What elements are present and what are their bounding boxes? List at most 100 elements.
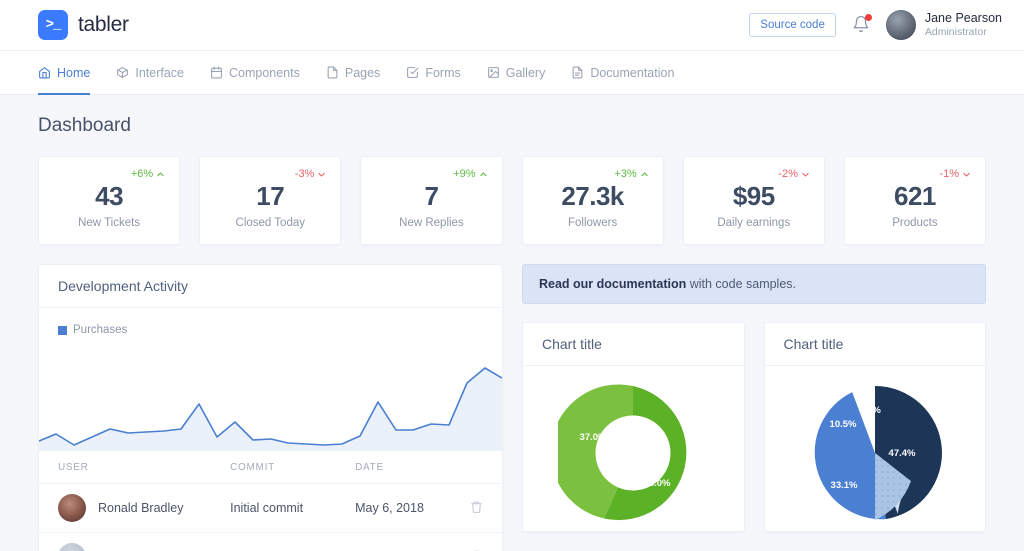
- pie-chart: 47.4% 33.1% 10.5% 9.0%: [765, 366, 986, 531]
- development-activity-card: Development Activity Purchases USER COMM…: [38, 264, 503, 551]
- top-header: >_ tabler Source code Jane Pearson Admin…: [0, 0, 1024, 51]
- cell-user: Russell Gibson: [39, 532, 231, 551]
- stat-cards-row: +6% 43 New Tickets -3% 17 Closed Today +…: [38, 156, 987, 245]
- brand-logo[interactable]: >_ tabler: [38, 10, 129, 40]
- charts-row: Chart title 63.0% 37.0% Chart title 47.4…: [522, 322, 986, 532]
- cell-commit: Update views.py: [230, 532, 356, 551]
- stat-value: 17: [256, 181, 285, 211]
- alert-link[interactable]: Read our documentation: [539, 277, 686, 291]
- home-icon: [39, 67, 50, 79]
- cell-date: May 6, 2018: [355, 483, 462, 533]
- page-content: Dashboard +6% 43 New Tickets -3% 17 Clos…: [0, 95, 1024, 551]
- cell-actions: [461, 532, 502, 551]
- avatar: [58, 494, 86, 522]
- user-name-text: Ronald Bradley: [98, 501, 184, 515]
- notification-badge-dot: [864, 14, 872, 21]
- pie-label-33: 33.1%: [830, 480, 857, 491]
- dashboard-grid: Development Activity Purchases USER COMM…: [38, 264, 986, 551]
- brand-name: tabler: [78, 13, 129, 36]
- donut-label-63: 63.0%: [644, 478, 671, 489]
- stat-value: $95: [732, 181, 775, 211]
- nav-item-forms-label: Forms: [425, 65, 461, 80]
- right-column: Read our documentation with code samples…: [522, 264, 986, 551]
- main-navigation: Home Interface Components Pages Forms Ga…: [0, 51, 1024, 95]
- table-row[interactable]: Ronald Bradley Initial commit May 6, 201…: [39, 483, 502, 533]
- cell-actions: [461, 483, 502, 533]
- legend-label-purchases: Purchases: [73, 324, 128, 336]
- area-fill: [39, 368, 502, 450]
- nav-item-components[interactable]: Components: [197, 51, 313, 94]
- nav-item-home[interactable]: Home: [38, 51, 103, 95]
- table-row[interactable]: Russell Gibson Update views.py April 22,…: [39, 532, 502, 551]
- chevron-up-icon: [641, 171, 648, 176]
- stat-delta: +6%: [53, 168, 165, 180]
- document-icon: [572, 66, 583, 79]
- user-menu[interactable]: Jane Pearson Administrator: [885, 10, 1002, 40]
- nav-item-gallery[interactable]: Gallery: [474, 51, 559, 94]
- donut-chart: 63.0% 37.0%: [523, 366, 744, 531]
- nav-item-documentation-label: Documentation: [590, 65, 675, 80]
- stat-delta-value: -1%: [939, 168, 960, 180]
- avatar: [885, 10, 916, 40]
- pie-label-47: 47.4%: [888, 448, 915, 459]
- nav-item-pages-label: Pages: [344, 65, 381, 80]
- activity-chart: Purchases USER COMMIT DATE Ronald Bradle…: [39, 308, 502, 551]
- box-icon: [117, 67, 129, 79]
- stat-delta: +3%: [537, 168, 649, 180]
- notifications-bell-button[interactable]: [852, 14, 872, 35]
- table-body: Ronald Bradley Initial commit May 6, 201…: [39, 483, 502, 551]
- donut-label-37: 37.0%: [580, 432, 607, 443]
- stat-label: Closed Today: [235, 217, 305, 229]
- stat-card-closed-today: -3% 17 Closed Today: [199, 156, 342, 245]
- chart-legend: Purchases: [39, 318, 502, 336]
- pie-label-9: 9.0%: [859, 405, 881, 416]
- documentation-alert[interactable]: Read our documentation with code samples…: [522, 264, 986, 304]
- stat-card-products: -1% 621 Products: [843, 156, 987, 245]
- chevron-up-icon: [479, 171, 487, 176]
- nav-item-forms[interactable]: Forms: [393, 51, 473, 94]
- stat-value: 27.3k: [561, 181, 624, 211]
- nav-item-components-label: Components: [228, 65, 300, 80]
- nav-item-interface[interactable]: Interface: [103, 51, 197, 94]
- chevron-down-icon: [802, 172, 809, 177]
- user-role: Administrator: [924, 26, 987, 39]
- stat-label: Followers: [567, 217, 618, 229]
- stat-value: 7: [424, 181, 439, 211]
- stat-card-new-tickets: +6% 43 New Tickets: [38, 156, 181, 245]
- stat-label: New Tickets: [78, 217, 141, 229]
- card-title: Chart title: [783, 336, 844, 352]
- tabler-logo-icon: >_: [38, 10, 68, 40]
- chevron-down-icon: [318, 172, 326, 177]
- stat-card-daily-earnings: -2% $95 Daily earnings: [682, 156, 825, 245]
- stat-delta: -2%: [698, 168, 810, 180]
- stat-delta-value: +9%: [453, 168, 476, 180]
- nav-item-pages[interactable]: Pages: [313, 51, 393, 94]
- stat-card-new-replies: +9% 7 New Replies: [360, 156, 503, 245]
- development-activity-column: Development Activity Purchases USER COMM…: [38, 264, 503, 551]
- stat-value: 621: [894, 181, 936, 211]
- cell-user: Ronald Bradley: [39, 483, 231, 533]
- pie-label-10: 10.5%: [829, 419, 856, 430]
- header-actions: Source code Jane Pearson Administrator: [749, 10, 1002, 40]
- checkbox-icon: [407, 67, 419, 78]
- stat-value: 43: [95, 181, 124, 211]
- page-title: Dashboard: [38, 115, 131, 136]
- stat-card-followers: +3% 27.3k Followers: [521, 156, 664, 245]
- column-user: USER: [39, 450, 231, 484]
- table-header-row: USER COMMIT DATE: [39, 450, 502, 484]
- calendar-icon: [211, 66, 222, 79]
- nav-item-documentation[interactable]: Documentation: [558, 51, 687, 94]
- card-header: Chart title: [764, 323, 985, 366]
- column-commit: COMMIT: [230, 450, 356, 484]
- trash-icon[interactable]: [470, 500, 483, 514]
- chevron-down-icon: [963, 172, 970, 177]
- source-code-button[interactable]: Source code: [749, 13, 836, 37]
- stat-delta: -3%: [214, 168, 326, 180]
- donut-chart-card: Chart title 63.0% 37.0%: [522, 322, 745, 532]
- cell-date: April 22, 2018: [355, 532, 462, 551]
- image-icon: [487, 67, 499, 78]
- purchases-area-chart: [39, 342, 502, 450]
- stat-delta: +9%: [375, 168, 487, 180]
- stat-label: New Replies: [399, 217, 464, 229]
- column-date: DATE: [355, 450, 462, 484]
